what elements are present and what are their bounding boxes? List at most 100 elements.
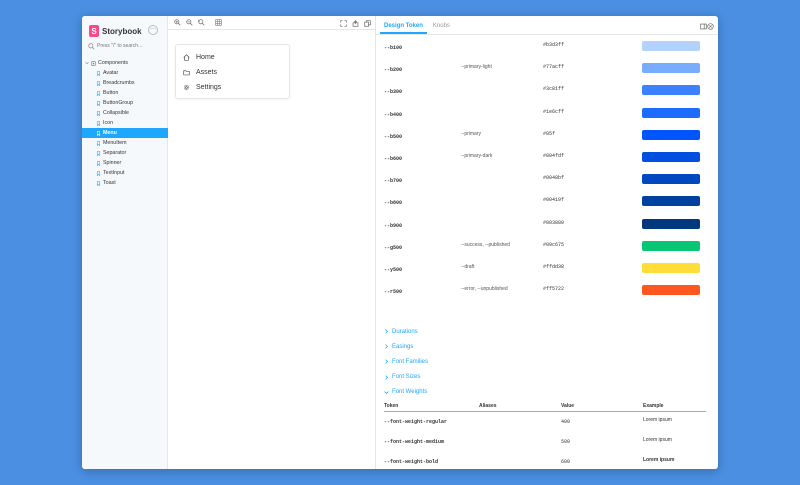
search-box[interactable] — [88, 41, 162, 51]
bookmark-icon — [96, 180, 101, 186]
grid-icon[interactable] — [215, 19, 222, 26]
chevron-down-icon — [384, 391, 389, 394]
token-row: --b800 #00419f — [384, 194, 702, 216]
tab-design-token[interactable]: Design Token — [380, 23, 427, 34]
close-icon[interactable] — [707, 23, 714, 30]
color-swatch — [642, 129, 700, 140]
tree-item-label: Breadcrumbs — [103, 80, 135, 86]
token-value: #1e6cff — [543, 108, 565, 115]
search-input[interactable] — [97, 43, 157, 49]
token-alias: --primary-light — [461, 64, 492, 71]
fullscreen-icon[interactable] — [340, 20, 347, 27]
section-font-weights[interactable]: Font Weights — [384, 385, 702, 400]
token-name: --b800 — [384, 200, 403, 207]
share-icon[interactable] — [352, 20, 359, 27]
tree-item-toast[interactable]: Toast — [82, 178, 168, 188]
table-row: --font-weight-bold 600 Lorem ipsum — [384, 452, 706, 469]
tree-item-separator[interactable]: Separator — [82, 148, 168, 158]
token-value: #77acff — [543, 64, 565, 71]
tab-knobs[interactable]: Knobs — [429, 23, 454, 34]
section-durations[interactable]: Durations — [384, 324, 702, 339]
token-value: #05f — [543, 130, 556, 137]
preview-toolbar — [168, 16, 375, 30]
tree-item-buttongroup[interactable]: ButtonGroup — [82, 98, 168, 108]
bookmark-icon — [96, 90, 101, 96]
color-swatch — [642, 41, 700, 51]
tree-item-button[interactable]: Button — [82, 88, 168, 98]
brand[interactable]: S Storybook — [89, 24, 142, 38]
zoom-in-icon[interactable] — [174, 19, 181, 26]
tree-item-menuitem[interactable]: MenuItem — [82, 138, 168, 148]
section-easings[interactable]: Easings — [384, 339, 702, 354]
color-swatch — [642, 63, 700, 74]
tree-item-spinner[interactable]: Spinner — [82, 158, 168, 168]
token-name: --font-weight-regular — [384, 419, 448, 425]
section-label: Font Families — [392, 358, 429, 365]
token-value: #09c675 — [543, 241, 565, 248]
storybook-window: S Storybook ··· Components Avatar Breadcr… — [82, 16, 718, 469]
section-font-sizes[interactable]: Font Sizes — [384, 370, 702, 385]
tree-item-icon[interactable]: Icon — [82, 118, 168, 128]
bookmark-icon — [96, 130, 101, 136]
chevron-right-icon — [385, 375, 388, 380]
chevron-right-icon — [385, 359, 388, 365]
section-label: Font Sizes — [392, 374, 421, 381]
column-header-token: Token — [384, 403, 399, 409]
bookmark-icon — [96, 140, 101, 146]
tree-item-label: ButtonGroup — [103, 100, 134, 106]
menu-item-assets[interactable]: Assets — [176, 65, 289, 80]
tree-item-avatar[interactable]: Avatar — [82, 68, 168, 78]
search-icon — [88, 42, 95, 50]
menu-preview: Home Assets Settings — [175, 44, 290, 99]
chevron-right-icon — [385, 329, 388, 334]
tree-item-breadcrumbs[interactable]: Breadcrumbs — [82, 78, 168, 88]
tree-item-label: Button — [103, 90, 119, 96]
section-font-families[interactable]: Font Families — [384, 354, 702, 369]
tree-item-label: Avatar — [103, 70, 119, 76]
addons-panel: Design Token Knobs --b100 #b3d3ff --b200 --… — [376, 16, 718, 469]
token-row: --b100 #b3d3ff — [384, 39, 702, 61]
example-text: Lorem ipsum — [643, 457, 675, 463]
menu-item-home[interactable]: Home — [176, 50, 289, 65]
tree-item-menu[interactable]: Menu — [82, 128, 168, 138]
menu-item-label: Home — [196, 54, 215, 61]
zoom-out-icon[interactable] — [186, 19, 193, 26]
storybook-logo: S — [89, 25, 99, 37]
preview-pane: Home Assets Settings — [168, 16, 376, 469]
table-row: --font-weight-medium 500 Lorem ipsum — [384, 432, 706, 452]
token-alias: --draft — [461, 263, 475, 270]
token-name: --b900 — [384, 222, 403, 229]
tree-item-label: MenuItem — [103, 140, 127, 146]
token-name: --b500 — [384, 133, 403, 140]
panel-orientation-icon[interactable] — [700, 23, 707, 30]
color-swatch — [642, 174, 700, 185]
token-row: --b700 #0048bf — [384, 172, 702, 194]
token-row: --r500 --error, --unpublished #ff5722 — [384, 283, 702, 305]
token-name: --font-weight-medium — [384, 439, 445, 445]
menu-item-settings[interactable]: Settings — [176, 80, 289, 95]
tree-root-label: Components — [98, 60, 129, 66]
token-name: --b100 — [384, 45, 403, 51]
token-value: #3c81ff — [543, 86, 565, 93]
bookmark-icon — [96, 110, 101, 116]
tree-item-label: Collapsible — [103, 110, 129, 116]
bookmark-icon — [96, 160, 101, 166]
color-swatch — [642, 285, 700, 296]
sidebar-menu-button[interactable]: ··· — [148, 25, 158, 35]
token-row: --b300 #3c81ff — [384, 83, 702, 105]
token-value: 600 — [561, 459, 571, 465]
tree-item-collapsible[interactable]: Collapsible — [82, 108, 168, 118]
font-weights-table: Token Aliases Value Example --font-weigh… — [384, 400, 706, 469]
font-weight-rows: --font-weight-regular 400 Lorem ipsum --fon… — [384, 412, 706, 469]
section-label: Easings — [392, 343, 414, 350]
zoom-reset-icon[interactable] — [198, 19, 205, 26]
token-alias: --success, --published — [461, 241, 510, 248]
tree-item-textinput[interactable]: TextInput — [82, 168, 168, 178]
tree-item-label: TextInput — [103, 170, 125, 176]
component-tree: Components Avatar Breadcrumbs Button Button… — [82, 58, 168, 188]
copy-icon[interactable] — [364, 20, 371, 27]
bookmark-icon — [96, 70, 101, 76]
token-row: --y500 --draft #ffdd38 — [384, 261, 702, 283]
component-group-icon — [91, 60, 96, 66]
tree-root-components[interactable]: Components — [82, 58, 168, 68]
